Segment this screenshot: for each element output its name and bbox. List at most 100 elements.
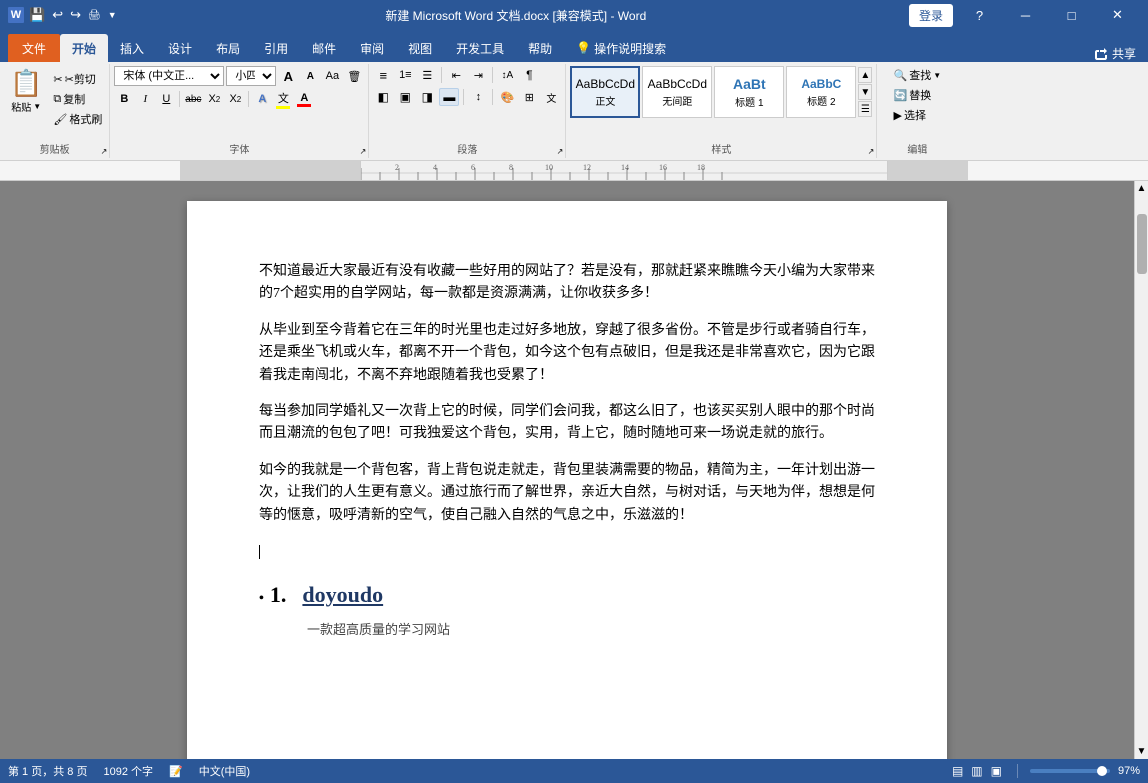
ruler-body[interactable]: 2 4 6 8 10 12 14 16 18 — [360, 161, 888, 180]
style-normal[interactable]: AaBbCcDd 正文 — [570, 66, 640, 118]
italic-button[interactable]: I — [135, 90, 155, 108]
select-button[interactable]: ▶ 选择 — [891, 106, 945, 124]
justify-button[interactable]: ▬ — [439, 88, 459, 106]
document-scroll-area[interactable]: 不知道最近大家最近有没有收藏一些好用的网站了？若是没有，那就赶紧来瞧瞧今天小编为… — [0, 181, 1134, 759]
cursor-paragraph — [259, 541, 875, 563]
tab-help[interactable]: 帮助 — [516, 34, 564, 62]
tab-view[interactable]: 视图 — [396, 34, 444, 62]
tab-design[interactable]: 设计 — [156, 34, 204, 62]
search-operations[interactable]: 💡 操作说明搜索 — [564, 34, 678, 62]
share-button[interactable]: 共享 — [1078, 45, 1148, 62]
multilevel-list-button[interactable]: ☰ — [417, 66, 437, 84]
format-painter-button[interactable]: 🖌 格式刷 — [50, 110, 105, 128]
view-print-btn[interactable]: ▥ — [968, 763, 985, 779]
font-size-select[interactable]: 小四 — [226, 66, 276, 86]
heading-bullet: • — [259, 588, 264, 610]
numbering-button[interactable]: 1≡ — [395, 66, 415, 84]
chinese-layout-button[interactable]: 文 — [541, 88, 561, 106]
tab-home[interactable]: 开始 — [60, 34, 108, 62]
align-left-button[interactable]: ◧ — [373, 88, 393, 106]
scroll-down-arrow[interactable]: ▼ — [1137, 746, 1147, 757]
highlight-button[interactable]: 文 — [273, 90, 293, 108]
text-effect-button[interactable]: A — [252, 90, 272, 108]
print-quick-btn[interactable]: 🖨 — [86, 10, 103, 21]
save-quick-btn[interactable]: 💾 — [27, 7, 47, 23]
paragraph-2: 从毕业到至今背着它在三年的时光里也走过好多地放，穿越了很多省份。不管是步行或者骑… — [259, 320, 875, 387]
paste-dropdown-arrow[interactable]: ▼ — [33, 102, 41, 111]
cut-button[interactable]: ✂ ✂ 剪切 — [50, 70, 105, 88]
font-expand-icon[interactable]: ↗ — [360, 147, 367, 156]
cut-label: ✂ — [65, 73, 74, 86]
tab-insert[interactable]: 插入 — [108, 34, 156, 62]
sort-button[interactable]: ↕A — [497, 66, 517, 84]
decrease-indent-button[interactable]: ⇤ — [446, 66, 466, 84]
border-button[interactable]: ⊞ — [519, 88, 539, 106]
zoom-thumb[interactable] — [1097, 766, 1107, 776]
find-button[interactable]: 🔍 查找 ▼ — [891, 66, 945, 84]
view-read-btn[interactable]: ▤ — [949, 763, 966, 779]
zoom-slider[interactable] — [1030, 769, 1110, 773]
show-marks-button[interactable]: ¶ — [519, 66, 539, 84]
quick-access-more-btn[interactable]: ▼ — [106, 10, 119, 20]
shrink-font-button[interactable]: A — [300, 67, 320, 85]
minimize-btn[interactable]: ─ — [1003, 0, 1048, 30]
divider-2 — [248, 91, 249, 107]
paste-button[interactable]: 📋 粘贴 ▼ — [4, 66, 48, 116]
style-heading1[interactable]: AaBt 标题 1 — [714, 66, 784, 118]
para-expand-icon[interactable]: ↗ — [557, 147, 564, 156]
superscript-button[interactable]: X2 — [225, 90, 245, 108]
style-heading2[interactable]: AaBbC 标题 2 — [786, 66, 856, 118]
copy-button[interactable]: ⧉ 复制 — [50, 90, 105, 108]
vertical-scrollbar[interactable]: ▲ ▼ — [1134, 181, 1148, 759]
shading-button[interactable]: 🎨 — [497, 88, 517, 106]
style-scroll-down[interactable]: ▼ — [858, 84, 872, 100]
tab-review[interactable]: 审阅 — [348, 34, 396, 62]
tab-file[interactable]: 文件 — [8, 34, 60, 62]
align-right-button[interactable]: ◨ — [417, 88, 437, 106]
help-btn[interactable]: ? — [957, 0, 1002, 30]
undo-quick-btn[interactable]: ↩ — [50, 7, 65, 23]
paste-icon: 📋 — [10, 68, 42, 99]
heading-number: 1. — [270, 577, 287, 612]
clipboard-label: 剪贴板 — [40, 139, 70, 156]
view-web-btn[interactable]: ▣ — [988, 763, 1005, 779]
clipboard-expand-icon[interactable]: ↗ — [101, 147, 108, 156]
font-color-button[interactable]: A — [294, 90, 314, 108]
tab-developer[interactable]: 开发工具 — [444, 34, 516, 62]
strikethrough-button[interactable]: abc — [183, 90, 203, 108]
style-no-spacing[interactable]: AaBbCcDd 无间距 — [642, 66, 712, 118]
subscript-button[interactable]: X2 — [204, 90, 224, 108]
change-case-button[interactable]: Aa — [322, 67, 342, 85]
style-more[interactable]: ☰ — [858, 101, 872, 117]
login-button[interactable]: 登录 — [909, 4, 953, 27]
language: 中文(中国) — [199, 763, 250, 779]
find-dropdown[interactable]: ▼ — [933, 71, 941, 80]
underline-button[interactable]: U — [156, 90, 176, 108]
close-btn[interactable]: ✕ — [1095, 0, 1140, 30]
clear-format-button[interactable]: 🗑 — [344, 67, 364, 85]
paragraph-4: 如今的我就是一个背包客，背上背包说走就走，背包里装满需要的物品，精简为主，一年计… — [259, 460, 875, 527]
line-spacing-button[interactable]: ↕ — [468, 88, 488, 106]
replace-button[interactable]: 🔄 替换 — [891, 86, 945, 104]
maximize-btn[interactable]: □ — [1049, 0, 1094, 30]
tab-mailings[interactable]: 邮件 — [300, 34, 348, 62]
heading-link[interactable]: doyoudo — [302, 577, 383, 612]
divider-4 — [492, 67, 493, 83]
bold-button[interactable]: B — [114, 90, 134, 108]
redo-quick-btn[interactable]: ↪ — [68, 7, 83, 23]
document-page[interactable]: 不知道最近大家最近有没有收藏一些好用的网站了？若是没有，那就赶紧来瞧瞧今天小编为… — [187, 201, 947, 759]
style-scroll-up[interactable]: ▲ — [858, 67, 872, 83]
tab-references[interactable]: 引用 — [252, 34, 300, 62]
grow-font-button[interactable]: A — [278, 67, 298, 85]
bullets-button[interactable]: ≡ — [373, 66, 393, 84]
align-center-button[interactable]: ▣ — [395, 88, 415, 106]
scroll-thumb[interactable] — [1137, 214, 1147, 274]
styles-expand-icon[interactable]: ↗ — [868, 147, 875, 156]
increase-indent-button[interactable]: ⇥ — [468, 66, 488, 84]
ruler-right-margin — [888, 161, 968, 180]
title-bar-left: W 💾 ↩ ↪ 🖨 ▼ — [8, 7, 123, 23]
font-label: 字体 — [229, 139, 249, 156]
scroll-up-arrow[interactable]: ▲ — [1137, 183, 1147, 194]
font-name-select[interactable]: 宋体 (中文正... — [114, 66, 224, 86]
tab-layout[interactable]: 布局 — [204, 34, 252, 62]
